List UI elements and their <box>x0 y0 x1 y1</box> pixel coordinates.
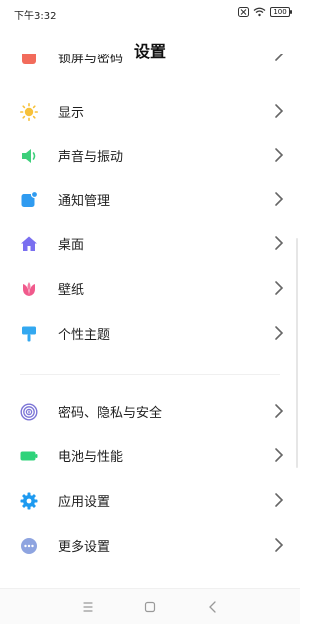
chevron-right-icon <box>275 54 284 61</box>
settings-item-wallpaper[interactable]: 壁纸 <box>0 266 300 310</box>
settings-item-desktop[interactable]: 桌面 <box>0 221 300 265</box>
settings-item-themes[interactable]: 个性主题 <box>0 311 300 355</box>
gear-icon <box>20 492 38 510</box>
status-time: 下午3:32 <box>14 11 57 22</box>
settings-item-label: 密码、隐私与安全 <box>58 406 163 421</box>
menu-icon[interactable] <box>80 599 96 615</box>
battery-icon <box>20 451 38 461</box>
settings-item-label: 电池与性能 <box>58 450 124 465</box>
status-bar: 下午3:32 100 <box>0 0 300 26</box>
wifi-icon <box>253 7 266 17</box>
settings-item-privacy[interactable]: 密码、隐私与安全 <box>0 389 300 433</box>
settings-item-display[interactable]: 显示 <box>0 89 300 133</box>
more-icon <box>21 538 37 554</box>
status-icons: 100 <box>238 7 292 17</box>
settings-item-sound[interactable]: 声音与振动 <box>0 133 300 177</box>
chevron-right-icon <box>275 104 284 118</box>
close-box-icon <box>238 7 249 17</box>
chevron-right-icon <box>275 236 284 250</box>
settings-item-notifications[interactable]: 通知管理 <box>0 177 300 221</box>
navigation-bar <box>0 588 300 624</box>
chevron-right-icon <box>275 538 284 552</box>
chevron-right-icon <box>275 493 284 507</box>
settings-item-label: 桌面 <box>58 238 85 253</box>
settings-item-label: 声音与振动 <box>58 150 124 165</box>
settings-item-lock-screen[interactable]: 锁屏与密码 <box>0 54 300 74</box>
back-icon[interactable] <box>205 599 221 615</box>
settings-item-battery[interactable]: 电池与性能 <box>0 433 300 477</box>
chevron-right-icon <box>275 326 284 340</box>
section-divider <box>20 374 280 375</box>
settings-item-more[interactable]: 更多设置 <box>0 523 300 567</box>
sun-icon <box>20 103 38 121</box>
brush-icon <box>22 326 36 342</box>
chevron-right-icon <box>275 404 284 418</box>
home-square-icon[interactable] <box>142 599 158 615</box>
settings-item-label: 壁纸 <box>58 283 85 298</box>
tulip-icon <box>23 282 35 296</box>
settings-item-label: 通知管理 <box>58 194 111 209</box>
chevron-right-icon <box>275 448 284 462</box>
chevron-right-icon <box>275 192 284 206</box>
settings-item-label: 个性主题 <box>58 328 111 343</box>
settings-item-label: 显示 <box>58 106 85 121</box>
settings-item-label: 锁屏与密码 <box>58 54 124 66</box>
notification-icon <box>21 191 38 207</box>
speaker-icon <box>22 149 36 163</box>
battery-indicator: 100 <box>270 7 292 17</box>
chevron-right-icon <box>275 281 284 295</box>
lock-screen-icon <box>22 54 36 64</box>
fingerprint-icon <box>20 403 38 421</box>
home-icon <box>21 236 37 251</box>
settings-item-label: 应用设置 <box>58 495 111 510</box>
chevron-right-icon <box>275 148 284 162</box>
settings-item-apps[interactable]: 应用设置 <box>0 478 300 522</box>
settings-item-label: 更多设置 <box>58 540 111 555</box>
